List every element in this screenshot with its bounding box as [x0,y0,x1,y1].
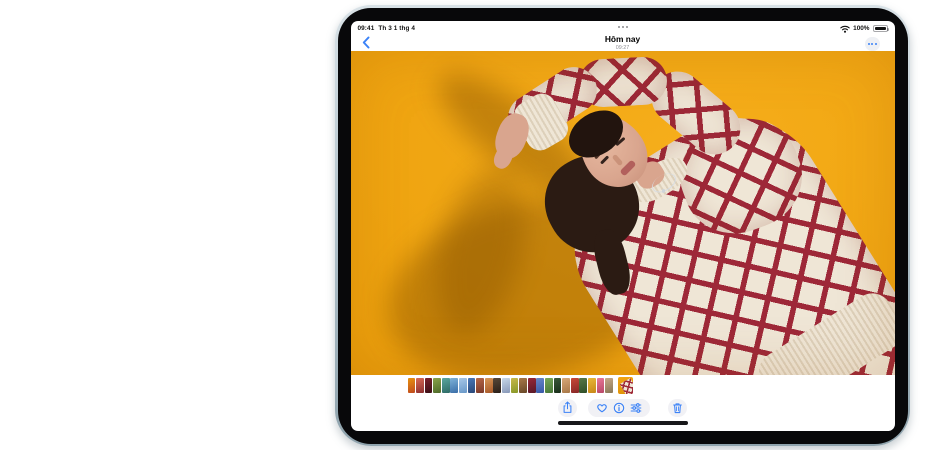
filmstrip-selected-thumbnail[interactable] [618,377,633,394]
trash-icon [672,402,683,414]
favorite-button[interactable] [596,402,608,413]
wifi-icon [840,25,850,33]
adjust-button[interactable] [630,402,642,414]
page-title: Hôm nay [351,34,895,44]
status-time-date: 09:41 Th 3 1 thg 4 [358,22,416,32]
filmstrip-thumbnail[interactable] [528,378,536,393]
filmstrip-thumbnail[interactable] [468,378,476,393]
filmstrip-thumbnail[interactable] [519,378,527,393]
more-options-button[interactable] [865,37,880,52]
delete-button[interactable] [668,399,687,417]
filmstrip-thumbnail[interactable] [579,378,587,393]
page-subtitle: 09:27 [351,45,895,51]
status-bar: 09:41 Th 3 1 thg 4 100% [351,21,895,33]
heart-icon [596,402,608,413]
share-button[interactable] [558,399,577,417]
page: 09:41 Th 3 1 thg 4 100% [0,0,932,450]
filmstrip-thumbnail[interactable] [442,378,450,393]
filmstrip-thumbnail[interactable] [502,378,510,393]
multitask-dots-icon[interactable] [618,26,628,28]
filmstrip-thumbnail[interactable] [416,378,424,393]
filmstrip-thumbnail[interactable] [476,378,484,393]
filmstrip-thumbnail[interactable] [571,378,579,393]
ipad-device-frame: 09:41 Th 3 1 thg 4 100% [335,5,910,446]
filmstrip-thumbnail[interactable] [545,378,553,393]
filmstrip-thumbnail[interactable] [588,378,596,393]
info-icon [613,402,625,414]
filmstrip-thumbnail[interactable] [511,378,519,393]
bottom-toolbar [351,398,895,417]
filmstrip-thumbnail[interactable] [554,378,562,393]
photo-viewer[interactable] [351,51,895,375]
filmstrip-thumbnail[interactable] [605,378,613,393]
photo-vignette [351,51,895,375]
status-time: 09:41 [358,25,375,32]
battery-percent: 100% [853,25,869,32]
ipad-screen: 09:41 Th 3 1 thg 4 100% [351,21,895,431]
ipad-bezel: 09:41 Th 3 1 thg 4 100% [338,8,908,444]
home-indicator[interactable] [558,421,688,425]
filmstrip-thumbnail[interactable] [493,378,501,393]
filmstrip-thumbnail[interactable] [459,378,467,393]
nav-title-group: Hôm nay 09:27 [351,34,895,51]
filmstrip-thumbnail[interactable] [485,378,493,393]
status-right: 100% [840,22,887,33]
filmstrip-thumbnail[interactable] [425,378,433,393]
filmstrip-thumbnail[interactable] [408,378,416,393]
info-button[interactable] [613,402,625,414]
share-icon [562,401,573,414]
filmstrip-thumbnail[interactable] [562,378,570,393]
nav-bar: Hôm nay 09:27 [351,33,895,51]
filmstrip-thumbnail[interactable] [597,378,605,393]
status-date: Th 3 1 thg 4 [378,25,415,32]
sliders-icon [630,402,642,414]
filmstrip-thumbnail[interactable] [433,378,441,393]
battery-full-icon [873,25,888,32]
filmstrip-thumbnails [408,378,613,393]
action-pill [588,399,650,417]
filmstrip-thumbnail[interactable] [536,378,544,393]
filmstrip-thumbnail[interactable] [450,378,458,393]
selected-thumbnail-pattern [619,378,632,393]
ellipsis-circle-icon [868,43,870,45]
